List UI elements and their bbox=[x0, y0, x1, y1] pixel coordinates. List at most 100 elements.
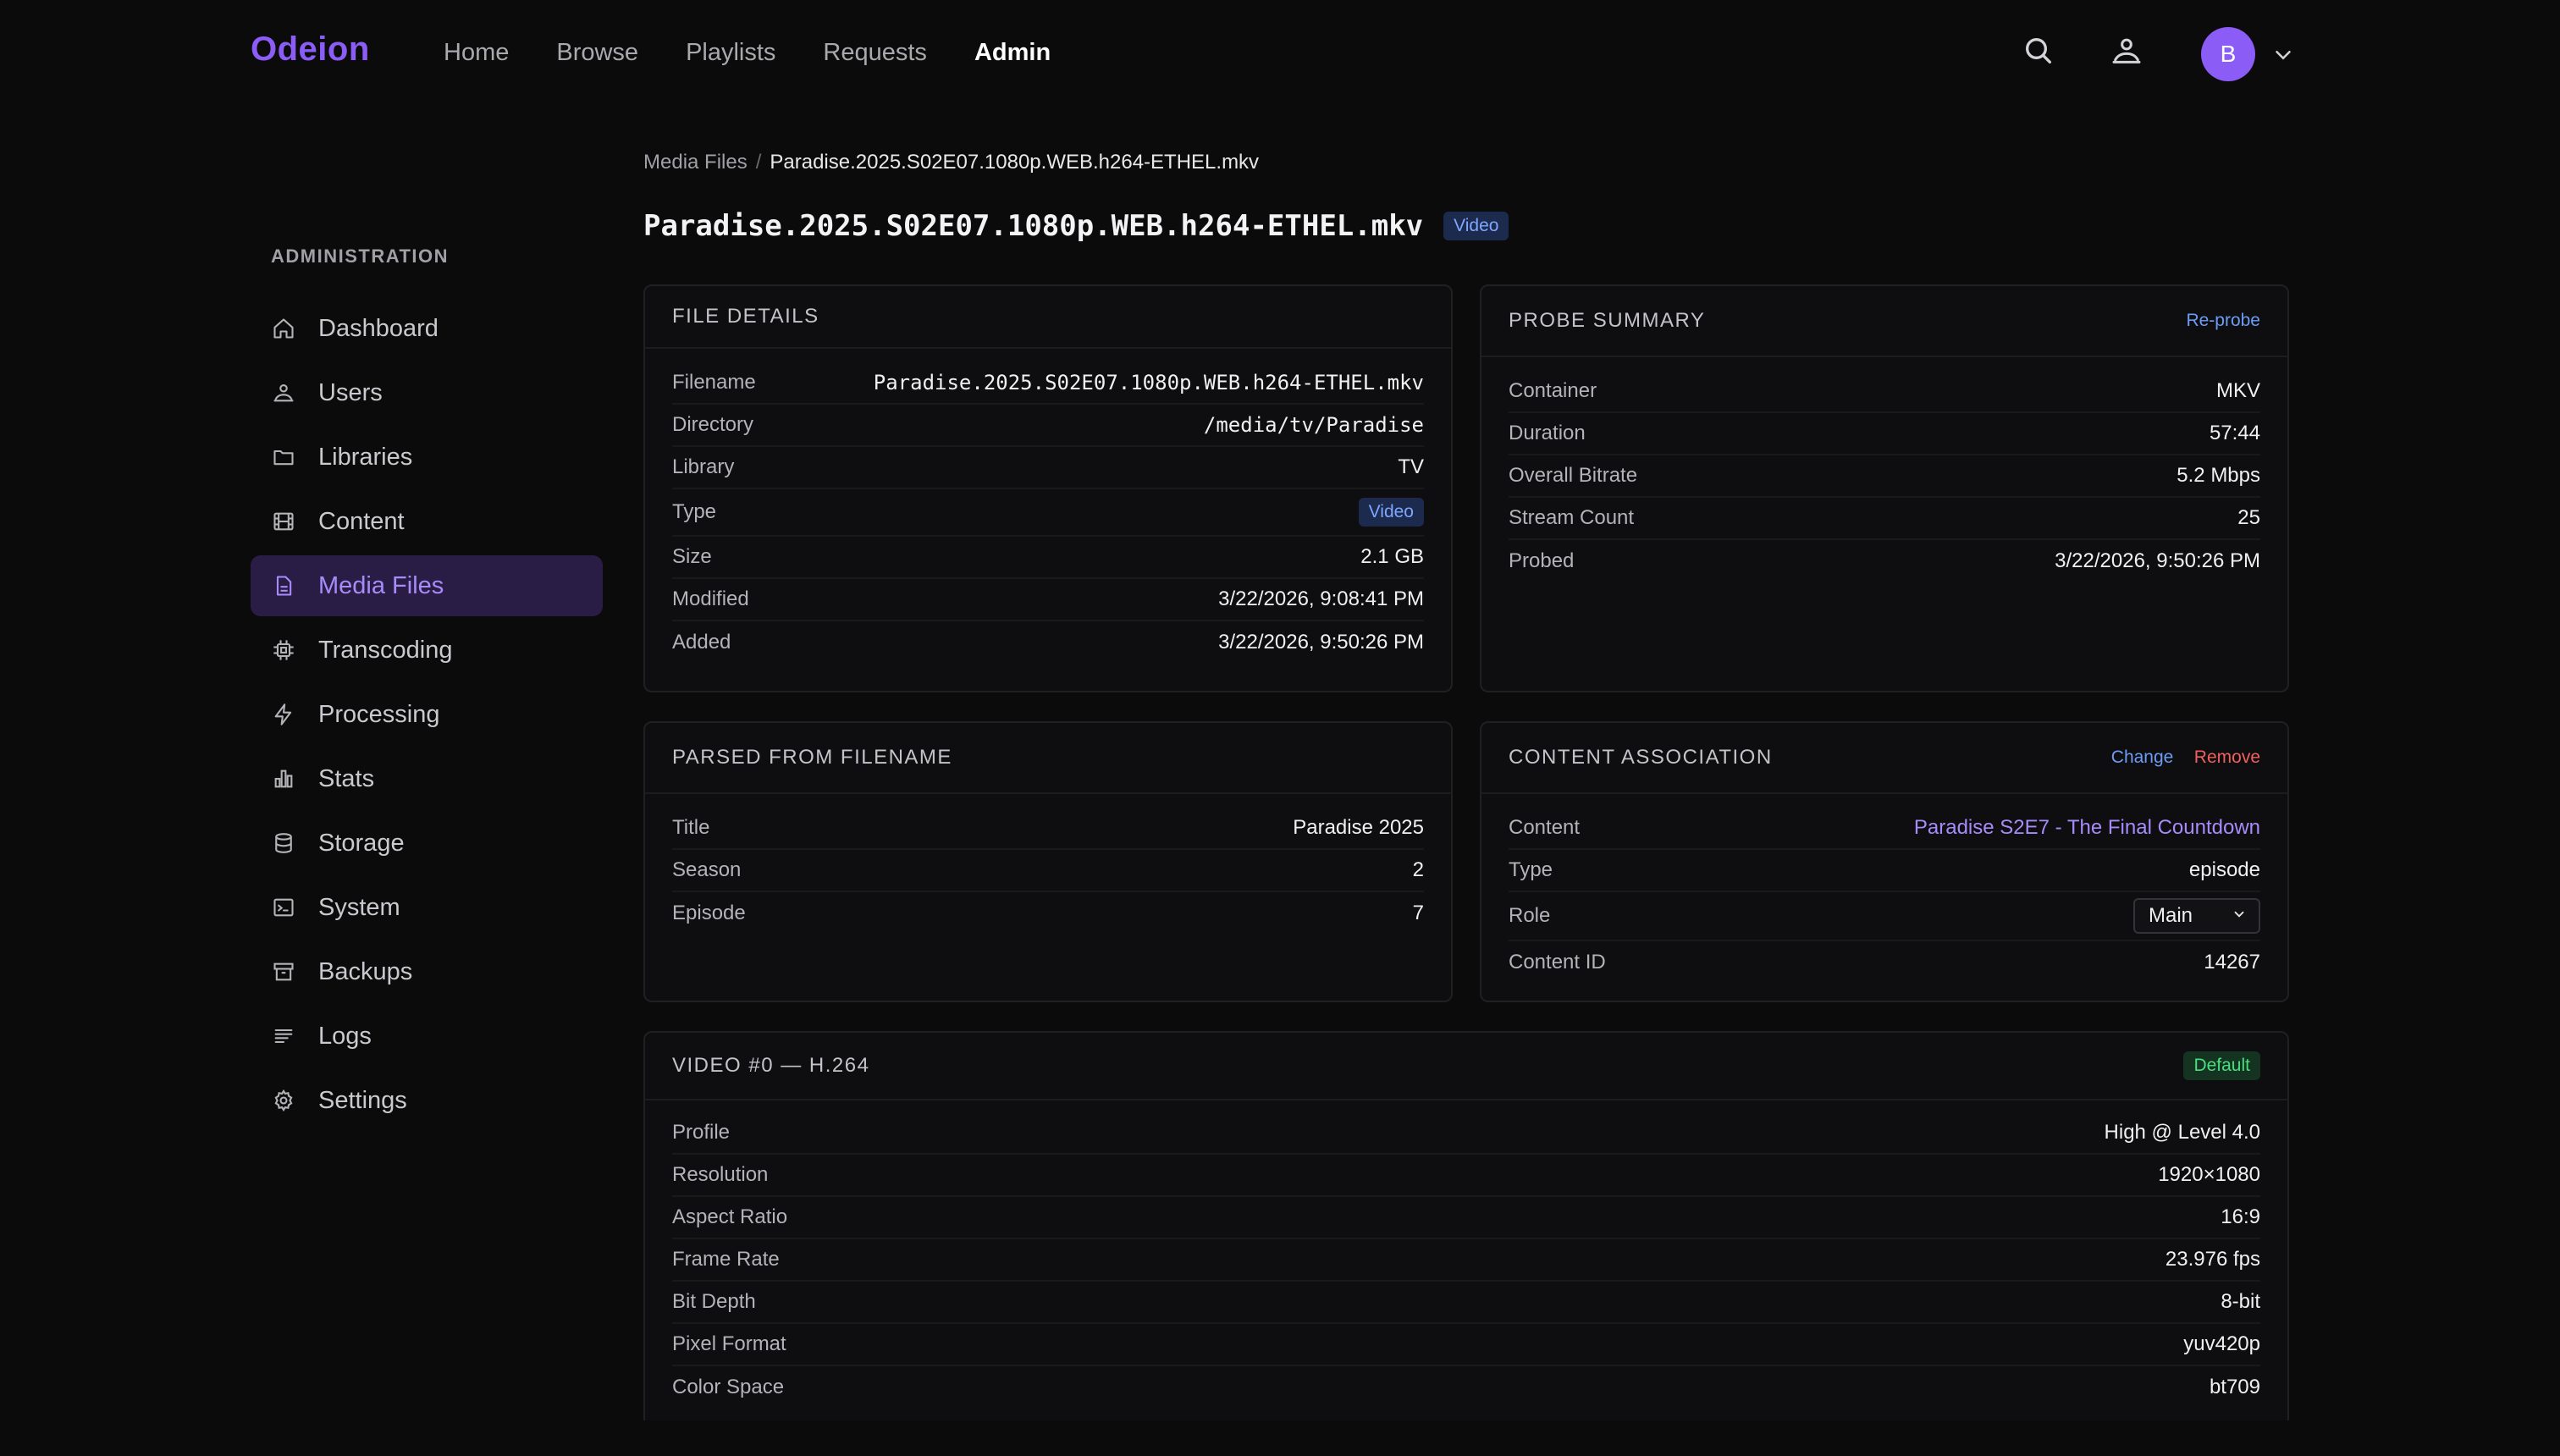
sidebar-item-label: Libraries bbox=[318, 443, 413, 471]
sidebar-item-label: Content bbox=[318, 507, 405, 535]
chevron-down-icon[interactable] bbox=[2270, 42, 2296, 68]
row-label: Profile bbox=[672, 1121, 731, 1144]
row-label: Resolution bbox=[672, 1163, 769, 1186]
card-header: CONTENT ASSOCIATION Change Remove bbox=[1481, 723, 2287, 794]
row-value: 57:44 bbox=[2209, 422, 2260, 444]
sidebar-item-backups[interactable]: Backups bbox=[251, 941, 603, 1002]
terminal-icon bbox=[271, 895, 296, 920]
sidebar-item-storage[interactable]: Storage bbox=[251, 813, 603, 874]
search-icon[interactable] bbox=[2022, 34, 2062, 74]
sidebar-item-settings[interactable]: Settings bbox=[251, 1070, 603, 1131]
card-body: Content Paradise S2E7 - The Final Countdo… bbox=[1481, 794, 2287, 984]
sidebar-item-media-files[interactable]: Media Files bbox=[251, 555, 603, 616]
card-body: Container MKV Duration 57:44 Overall Bitra… bbox=[1481, 357, 2287, 582]
card-body: Filename Paradise.2025.S02E07.1080p.WEB.h… bbox=[645, 349, 1451, 664]
app-logo[interactable]: Odeion bbox=[251, 30, 370, 69]
sidebar-item-processing[interactable]: Processing bbox=[251, 684, 603, 745]
top-nav: Odeion Home Browse Playlists Requests Ad… bbox=[0, 0, 2560, 110]
sidebar-item-stats[interactable]: Stats bbox=[251, 748, 603, 809]
card-title: PROBE SUMMARY bbox=[1509, 309, 1706, 332]
sidebar-item-system[interactable]: System bbox=[251, 877, 603, 938]
row-value: 1920×1080 bbox=[2158, 1163, 2260, 1186]
avatar[interactable]: B bbox=[2201, 27, 2255, 81]
row-label: Episode bbox=[672, 902, 746, 924]
nav-playlists[interactable]: Playlists bbox=[686, 39, 775, 67]
detail-row: Season 2 bbox=[672, 850, 1424, 892]
users-admin-icon[interactable] bbox=[2110, 34, 2150, 74]
detail-row: Type Video bbox=[672, 489, 1424, 537]
admin-sidebar: ADMINISTRATION Dashboard Users Libraries… bbox=[251, 245, 603, 1134]
sidebar-item-libraries[interactable]: Libraries bbox=[251, 427, 603, 488]
probe-summary-card: PROBE SUMMARY Re-probe Container MKV Dura… bbox=[1480, 284, 2289, 692]
row-value: 23.976 fps bbox=[2165, 1248, 2260, 1271]
list-icon bbox=[271, 1023, 296, 1049]
main-content: Media Files / Paradise.2025.S02E07.1080p… bbox=[643, 144, 2289, 247]
card-header: FILE DETAILS bbox=[645, 286, 1451, 349]
card-title: PARSED FROM FILENAME bbox=[672, 746, 952, 769]
nav-requests[interactable]: Requests bbox=[823, 39, 927, 67]
nav-browse[interactable]: Browse bbox=[556, 39, 638, 67]
row-label: Duration bbox=[1509, 422, 1586, 444]
breadcrumb-current: Paradise.2025.S02E07.1080p.WEB.h264-ETHE… bbox=[770, 151, 1260, 174]
detail-row: Size 2.1 GB bbox=[672, 537, 1424, 579]
home-icon bbox=[271, 316, 296, 341]
row-label: Aspect Ratio bbox=[672, 1205, 788, 1228]
detail-row: Resolution 1920×1080 bbox=[672, 1155, 2260, 1197]
sidebar-item-label: Media Files bbox=[318, 571, 444, 599]
bar-chart-icon bbox=[271, 766, 296, 791]
remove-button[interactable]: Remove bbox=[2194, 747, 2260, 767]
file-details-card: FILE DETAILS Filename Paradise.2025.S02E0… bbox=[643, 284, 1453, 692]
sidebar-item-label: Dashboard bbox=[318, 314, 439, 342]
detail-row: Episode 7 bbox=[672, 892, 1424, 935]
content-link[interactable]: Paradise S2E7 - The Final Countdown bbox=[1914, 816, 2260, 840]
card-title: VIDEO #0 — H.264 bbox=[672, 1054, 870, 1077]
sidebar-item-label: Processing bbox=[318, 700, 440, 728]
card-body: Profile High @ Level 4.0 Resolution 1920×1… bbox=[645, 1100, 2287, 1409]
row-value: 2 bbox=[1412, 858, 1424, 881]
page-header: Paradise.2025.S02E07.1080p.WEB.h264-ETHE… bbox=[643, 205, 2289, 247]
detail-row: Stream Count 25 bbox=[1509, 498, 2260, 540]
row-value: 3/22/2026, 9:50:26 PM bbox=[2055, 549, 2260, 572]
row-label: Content bbox=[1509, 816, 1581, 839]
detail-row: Duration 57:44 bbox=[1509, 413, 2260, 455]
video-stream-card: VIDEO #0 — H.264 Default Profile High @ L… bbox=[643, 1031, 2289, 1420]
row-value: Paradise.2025.S02E07.1080p.WEB.h264-ETHE… bbox=[873, 371, 1424, 394]
role-select-value: Main bbox=[2149, 904, 2193, 927]
detail-row: Profile High @ Level 4.0 bbox=[672, 1112, 2260, 1155]
reprobe-button[interactable]: Re-probe bbox=[2186, 311, 2260, 331]
breadcrumb-media-files[interactable]: Media Files bbox=[643, 151, 748, 174]
sidebar-item-content[interactable]: Content bbox=[251, 491, 603, 552]
detail-row: Content Paradise S2E7 - The Final Countdo… bbox=[1509, 808, 2260, 850]
users-icon bbox=[271, 380, 296, 405]
row-value: 16:9 bbox=[2221, 1205, 2260, 1228]
card-title: FILE DETAILS bbox=[672, 305, 819, 328]
detail-row: Title Paradise 2025 bbox=[672, 808, 1424, 850]
nav-home[interactable]: Home bbox=[444, 39, 509, 67]
sidebar-item-label: System bbox=[318, 893, 400, 921]
detail-row: Bit Depth 8-bit bbox=[672, 1282, 2260, 1324]
sidebar-item-users[interactable]: Users bbox=[251, 362, 603, 423]
folder-icon bbox=[271, 444, 296, 470]
change-button[interactable]: Change bbox=[2111, 747, 2174, 767]
detail-row: Library TV bbox=[672, 447, 1424, 489]
row-label: Added bbox=[672, 631, 731, 654]
sidebar-item-label: Backups bbox=[318, 957, 413, 985]
gear-icon bbox=[271, 1088, 296, 1113]
nav-admin[interactable]: Admin bbox=[974, 39, 1051, 67]
row-label: Title bbox=[672, 816, 710, 839]
sidebar-item-dashboard[interactable]: Dashboard bbox=[251, 298, 603, 359]
sidebar-item-transcoding[interactable]: Transcoding bbox=[251, 620, 603, 681]
main-nav: Home Browse Playlists Requests Admin bbox=[444, 39, 1051, 67]
detail-row: Color Space bt709 bbox=[672, 1366, 2260, 1409]
row-label: Library bbox=[672, 455, 735, 478]
sidebar-item-logs[interactable]: Logs bbox=[251, 1006, 603, 1067]
bolt-icon bbox=[271, 702, 296, 727]
detail-row: Type episode bbox=[1509, 850, 2260, 892]
card-actions: Change Remove bbox=[2111, 747, 2260, 768]
row-value: 3/22/2026, 9:50:26 PM bbox=[1218, 631, 1424, 654]
sidebar-item-label: Storage bbox=[318, 829, 405, 857]
row-label: Stream Count bbox=[1509, 506, 1635, 529]
detail-row: Modified 3/22/2026, 9:08:41 PM bbox=[672, 579, 1424, 621]
row-value: 2.1 GB bbox=[1360, 545, 1424, 568]
role-select[interactable]: Main bbox=[2133, 898, 2260, 934]
